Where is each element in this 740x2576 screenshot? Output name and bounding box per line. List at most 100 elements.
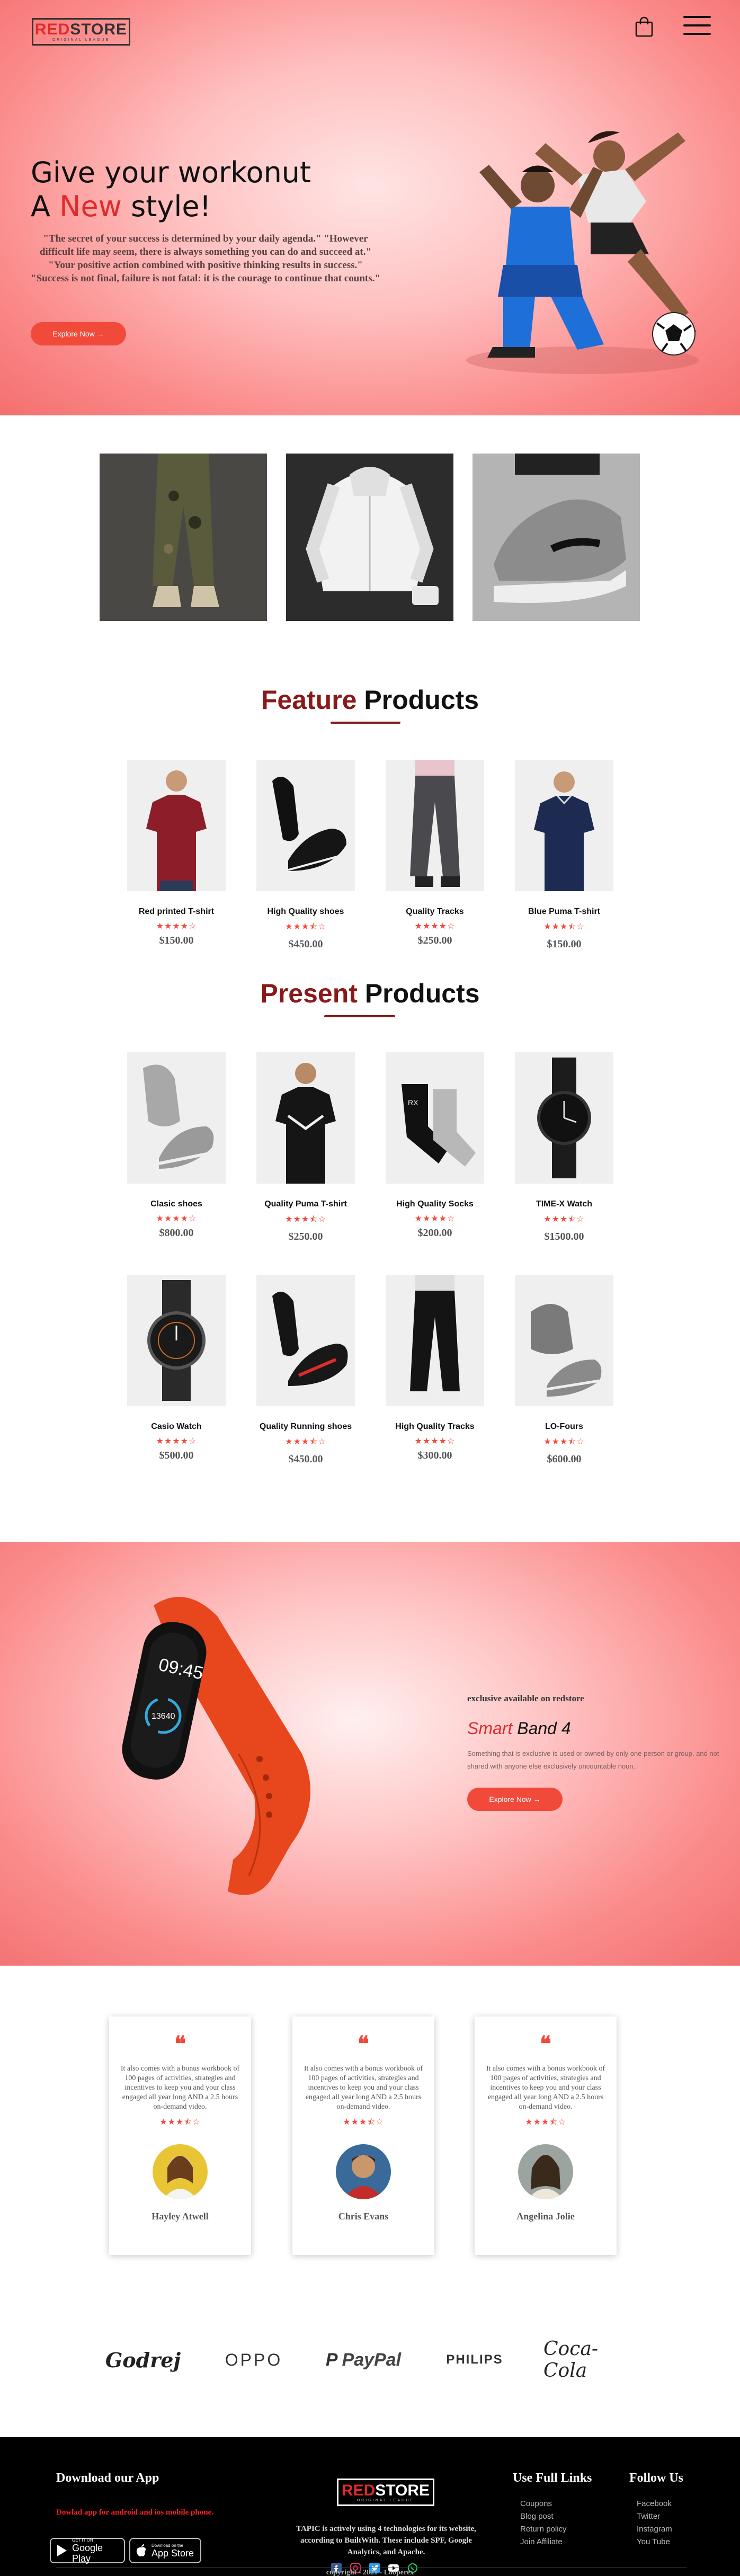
- link-coupons[interactable]: Coupons: [520, 2498, 567, 2510]
- product-card[interactable]: Quality Tracks ★★★★☆ $250.00: [386, 760, 484, 947]
- product-image-timex-watch: [515, 1052, 613, 1184]
- product-price: $300.00: [417, 1450, 452, 1461]
- product-card[interactable]: TIME-X Watch ★★★⯪☆ $1500.00: [515, 1052, 613, 1243]
- hamburger-menu-icon[interactable]: [683, 16, 711, 37]
- product-card[interactable]: Quality Puma T-shirt ★★★⯪☆ $250.00: [256, 1052, 355, 1243]
- product-image-red-tshirt: [127, 760, 226, 891]
- quote-icon: ❝: [174, 2031, 186, 2056]
- store-logo[interactable]: REDSTORE ORIGINAL LEAGUE: [32, 18, 130, 46]
- shopping-bag-icon[interactable]: [634, 16, 654, 37]
- product-card[interactable]: High Quality shoes ★★★⯪☆ $450.00: [256, 760, 355, 951]
- logo-red-text: RED: [34, 21, 70, 38]
- product-card[interactable]: LO-Fours ★★★⯪☆ $600.00: [515, 1275, 613, 1465]
- product-rating: ★★★★☆: [414, 1437, 456, 1446]
- testimonial-rating: ★★★⯪☆: [525, 2118, 566, 2127]
- brand-logo-coca-cola[interactable]: Coca-Cola: [543, 2338, 623, 2382]
- link-youtube[interactable]: You Tube: [637, 2536, 672, 2548]
- quote-icon: ❝: [358, 2031, 369, 2056]
- product-name: High Quality Socks: [396, 1200, 474, 1209]
- hero-explore-button[interactable]: Explore Now →: [31, 322, 126, 345]
- google-play-button[interactable]: GET IT ON Google Play: [50, 2538, 125, 2564]
- product-image-quality-tracks: [386, 760, 484, 891]
- product-card[interactable]: RX High Quality Socks ★★★★☆ $200.00: [386, 1052, 484, 1239]
- product-rating: ★★★⯪☆: [543, 1215, 585, 1224]
- testimonial-name: Angelina Jolie: [516, 2211, 575, 2222]
- footer: Download our App Dowlad app for android …: [0, 2437, 740, 2576]
- testimonial-text: It also comes with a bonus workbook of 1…: [120, 2065, 240, 2111]
- product-card[interactable]: High Quality Tracks ★★★★☆ $300.00: [386, 1275, 484, 1462]
- product-image-socks: RX: [386, 1052, 484, 1184]
- product-image-high-quality-tracks: [386, 1275, 484, 1406]
- app-store-button[interactable]: Download on the App Store: [129, 2538, 201, 2563]
- present-products-title: Present Products: [260, 979, 480, 1008]
- testimonial-card: ❝ It also comes with a bonus workbook of…: [292, 2017, 434, 2255]
- product-card[interactable]: Red printed T-shirt ★★★★☆ $150.00: [127, 760, 226, 947]
- brand-logo-philips[interactable]: PHILIPS: [443, 2344, 506, 2376]
- brand-logo-paypal[interactable]: P PayPal: [321, 2344, 406, 2376]
- product-rating: ★★★⯪☆: [285, 922, 326, 931]
- product-rating: ★★★⯪☆: [285, 1437, 326, 1446]
- band-description: Something that is exclusive is used or o…: [467, 1749, 719, 1770]
- apple-icon: [136, 2544, 146, 2556]
- download-app-text: Dowlad app for android and ios mobile ph…: [56, 2508, 214, 2517]
- product-rating: ★★★⯪☆: [543, 922, 585, 931]
- smart-band-image: 09:45 13640: [122, 1597, 310, 1895]
- hero-title: Give your workonut A New style!: [31, 156, 311, 223]
- logo-dark-text: STORE: [70, 21, 128, 38]
- link-twitter[interactable]: Twitter: [637, 2510, 672, 2523]
- product-price: $250.00: [288, 1231, 323, 1242]
- link-blog-post[interactable]: Blog post: [520, 2510, 567, 2523]
- product-price: $600.00: [547, 1453, 582, 1465]
- follow-links-list: Facebook Twitter Instagram You Tube: [637, 2498, 672, 2548]
- product-image-lo-fours: [515, 1275, 613, 1406]
- product-name: Casio Watch: [151, 1422, 202, 1431]
- avatar: [153, 2144, 208, 2199]
- link-return-policy[interactable]: Return policy: [520, 2523, 567, 2536]
- avatar: [518, 2144, 573, 2199]
- product-name: Blue Puma T-shirt: [528, 907, 601, 916]
- product-price: $150.00: [547, 938, 582, 950]
- product-name: High Quality Tracks: [395, 1422, 475, 1431]
- brand-logo-godrej[interactable]: Godrej: [105, 2344, 181, 2376]
- product-rating: ★★★★☆: [156, 1437, 197, 1446]
- testimonial-rating: ★★★⯪☆: [159, 2118, 201, 2127]
- category-tile-grey-shoe[interactable]: [472, 454, 640, 621]
- footballers-image: [466, 131, 699, 374]
- feature-products-title: Feature Products: [261, 685, 479, 715]
- product-image-puma-tshirt: [256, 1052, 355, 1184]
- download-app-heading: Download our App: [56, 2471, 159, 2485]
- smart-band-section: 09:45 13640 exclusive available on redst…: [0, 1542, 740, 1966]
- follow-us-heading: Follow Us: [629, 2471, 683, 2485]
- category-tile-white-jacket[interactable]: [286, 454, 453, 621]
- brand-logo-oppo[interactable]: OPPO: [214, 2344, 293, 2376]
- product-card[interactable]: Casio Watch ★★★★☆ $500.00: [127, 1275, 226, 1462]
- product-card[interactable]: Quality Running shoes ★★★⯪☆ $450.00: [256, 1275, 355, 1465]
- hero-section: REDSTORE ORIGINAL LEAGUE Give your worko…: [0, 0, 740, 415]
- testimonial-name: Chris Evans: [338, 2211, 389, 2222]
- product-name: LO-Fours: [545, 1422, 583, 1431]
- quote-icon: ❝: [540, 2031, 551, 2056]
- band-steps: 13640: [151, 1712, 175, 1721]
- product-rating: ★★★⯪☆: [285, 1215, 326, 1224]
- product-card[interactable]: Blue Puma T-shirt ★★★⯪☆ $150.00: [515, 760, 613, 951]
- product-name: High Quality shoes: [267, 907, 344, 916]
- testimonial-card: ❝ It also comes with a bonus workbook of…: [475, 2017, 617, 2255]
- product-image-blue-puma-tshirt: [515, 760, 613, 891]
- hero-quote: "The secret of your success is determine…: [31, 233, 380, 284]
- link-instagram[interactable]: Instagram: [637, 2523, 672, 2536]
- product-name: Quality Puma T-shirt: [264, 1200, 347, 1209]
- footer-description: TAPIC is actively using 4 technologies f…: [296, 2525, 476, 2556]
- product-image-casio-watch: [127, 1275, 226, 1406]
- svg-text:RX: RX: [408, 1098, 418, 1107]
- link-join-affiliate[interactable]: Join Affiliate: [520, 2536, 567, 2548]
- link-facebook[interactable]: Facebook: [637, 2498, 672, 2510]
- product-name: Quality Running shoes: [259, 1422, 352, 1431]
- product-rating: ★★★★☆: [156, 1214, 197, 1223]
- product-rating: ★★★★☆: [414, 922, 456, 931]
- footer-logo[interactable]: REDSTORE ORIGINAL LEAGUE: [337, 2479, 434, 2506]
- product-card[interactable]: Clasic shoes ★★★★☆ $800.00: [127, 1052, 226, 1239]
- category-tile-cargo-pants[interactable]: [100, 454, 267, 621]
- product-price: $250.00: [417, 935, 452, 946]
- band-explore-button[interactable]: Explore Now →: [467, 1788, 563, 1811]
- testimonial-name: Hayley Atwell: [151, 2211, 209, 2222]
